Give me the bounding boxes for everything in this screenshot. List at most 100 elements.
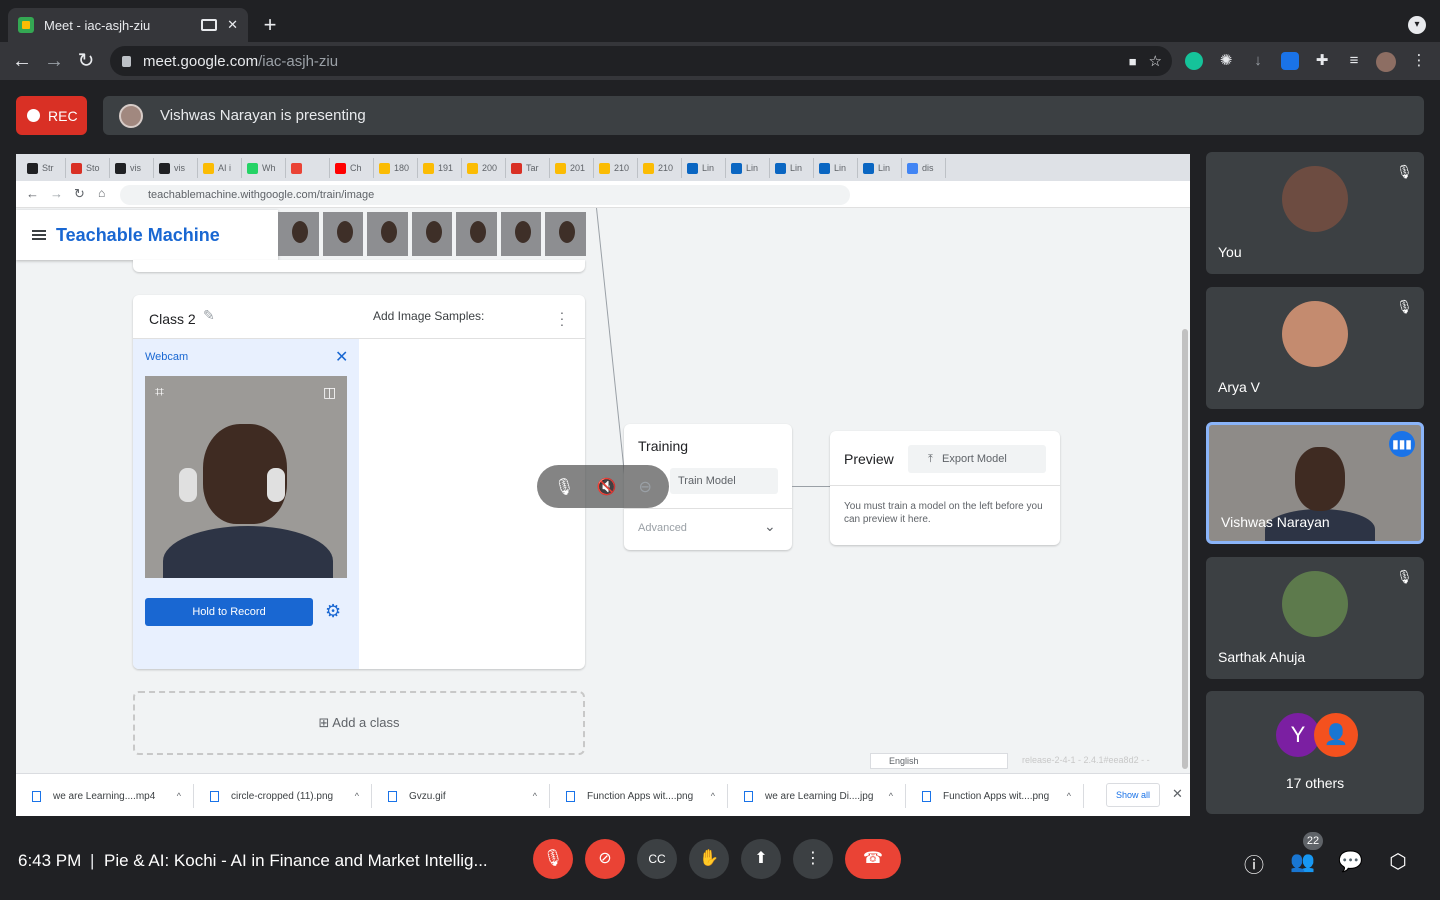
people-icon[interactable]: 👥 — [1290, 849, 1315, 874]
class-title: Class 2 — [149, 311, 196, 327]
mic-off-icon: 🎙 — [554, 478, 575, 496]
participant-tile-sarthak[interactable]: Sarthak Ahuja 🎙 — [1206, 557, 1424, 679]
screen-share-icon — [201, 19, 218, 31]
download-filename: we are Learning Di....jpg — [765, 790, 874, 802]
download-extension-icon[interactable]: ↓ — [1249, 52, 1267, 70]
tab-favicon-icon — [907, 162, 918, 174]
meeting-time: 6:43 PM — [18, 851, 82, 870]
sample-thumbnails — [278, 212, 587, 258]
class-2-card: Class 2 ✎ · · · Webcam ✕ ⌗ ◫ Hold to Recor… — [133, 295, 585, 669]
hamburger-menu-icon — [32, 230, 46, 240]
camera-icon[interactable]: ■ — [1129, 54, 1137, 69]
more-options-button[interactable]: ⋮ — [793, 839, 833, 879]
url-path: /iac-asjh-ziu — [258, 52, 339, 70]
sample-thumbnail — [411, 212, 453, 256]
more-options-icon: · · · — [559, 304, 565, 332]
avatar — [1282, 166, 1348, 232]
bookmark-star-icon[interactable]: ☆ — [1149, 52, 1162, 70]
browser-tab-bar: Meet - iac-asjh-ziu ✕ + ▾ — [0, 0, 1440, 42]
leave-call-button[interactable]: ☎ — [845, 839, 901, 879]
divider — [624, 508, 792, 509]
training-title: Training — [638, 438, 689, 454]
shared-browser-toolbar: ← → ↻ ⌂ teachablemachine.withgoogle.com/… — [16, 181, 1190, 208]
chevron-up-icon: ^ — [1066, 791, 1071, 801]
webcam-label: Webcam — [145, 351, 189, 363]
grammarly-extension-icon[interactable] — [1185, 52, 1203, 70]
people-count-badge: 22 — [1303, 832, 1323, 850]
download-filename: circle-cropped (11).png — [231, 790, 334, 802]
presenting-banner: Vishwas Narayan is presenting — [103, 96, 1424, 135]
others-tile[interactable]: Y 👤 17 others — [1206, 691, 1424, 814]
tab-label: 210 — [614, 163, 630, 173]
participant-tile-you[interactable]: You 🎙 — [1206, 152, 1424, 274]
file-icon — [210, 790, 219, 802]
shared-tab: dis — [902, 158, 946, 178]
shared-tab: vis — [154, 158, 198, 178]
preview-card: Preview ⤒ Export Model You must train a … — [830, 431, 1060, 545]
back-icon[interactable]: ← — [10, 50, 34, 72]
browser-tab-meet[interactable]: Meet - iac-asjh-ziu ✕ — [8, 8, 248, 42]
participant-tile-vishwas[interactable]: ▮▮▮ Vishwas Narayan — [1206, 422, 1424, 544]
file-icon — [744, 790, 753, 802]
tab-close-icon[interactable]: ✕ — [227, 17, 238, 33]
activities-icon[interactable]: ⬡ — [1386, 849, 1410, 874]
media-control-icon[interactable]: ≡ — [1345, 52, 1363, 70]
flip-icon: ◫ — [323, 384, 337, 400]
camera-toggle-button[interactable]: ⊘ — [585, 839, 625, 879]
download-filename: Gvzu.gif — [409, 790, 446, 802]
present-screen-button[interactable]: ⬆ — [741, 839, 781, 879]
download-filename: Function Apps wit....png — [587, 790, 694, 802]
download-item: we are Learning....mp4 ^ — [16, 784, 194, 808]
tab-favicon-icon — [247, 162, 258, 174]
sample-thumbnail — [322, 212, 364, 256]
profile-avatar[interactable] — [1376, 52, 1396, 72]
headphone-left — [179, 468, 197, 502]
edit-pencil-icon: ✎ — [203, 307, 215, 323]
browser-menu-icon[interactable]: ⋮ — [1410, 52, 1428, 70]
participant-name: Sarthak Ahuja — [1218, 649, 1306, 665]
shared-tab: 200 — [462, 158, 506, 178]
tab-favicon-icon — [71, 162, 82, 174]
meeting-info-icon[interactable]: ⓘ — [1242, 849, 1266, 878]
raise-hand-button[interactable]: ✋ — [689, 839, 729, 879]
shared-tab: Tar — [506, 158, 550, 178]
tab-favicon-icon — [511, 162, 522, 174]
mic-off-icon: 🎙 — [1396, 569, 1413, 584]
chat-icon[interactable]: 💬 — [1338, 849, 1363, 874]
participant-tile-arya[interactable]: Arya V 🎙 — [1206, 287, 1424, 409]
participant-name: You — [1218, 244, 1242, 260]
extension-icon[interactable]: ✺ — [1217, 52, 1235, 70]
download-filename: Function Apps wit....png — [943, 790, 1050, 802]
crop-icon: ⌗ — [155, 384, 165, 401]
shared-screen: Str Sto vis vis AI i Wh Ch 180 191 200 Tar 201 210 21… — [16, 154, 1190, 816]
tab-favicon-icon — [555, 162, 566, 174]
reload-icon[interactable]: ↻ — [74, 50, 98, 72]
puzzle-extensions-icon[interactable]: ✚ — [1313, 52, 1331, 70]
shared-browser-tabs: Str Sto vis vis AI i Wh Ch 180 191 200 Tar 201 210 21… — [16, 154, 1190, 181]
tab-favicon-icon — [335, 162, 346, 174]
mic-toggle-button[interactable]: 🎙 — [533, 839, 573, 879]
show-all-button: Show all — [1106, 783, 1160, 807]
tab-favicon-icon — [731, 162, 742, 174]
shared-tab: Lin — [726, 158, 770, 178]
tab-search-icon[interactable]: ▾ — [1408, 16, 1426, 34]
webcam-panel: Webcam ✕ ⌗ ◫ Hold to Record ⚙ — [133, 339, 359, 669]
captions-button[interactable]: CC — [637, 839, 677, 879]
tab-favicon-icon — [423, 162, 434, 174]
tab-label: Lin — [834, 163, 847, 173]
shared-forward-icon: → — [50, 186, 63, 201]
forward-icon[interactable]: → — [42, 50, 66, 72]
tab-favicon-icon — [599, 162, 610, 174]
calendar-extension-icon[interactable] — [1281, 52, 1299, 70]
address-bar[interactable]: meet.google.com /iac-asjh-ziu ■ ☆ — [110, 46, 1172, 76]
person-avatar-icon: 👤 — [1314, 713, 1358, 757]
sample-thumbnail — [500, 212, 542, 256]
tab-favicon-icon — [27, 162, 38, 174]
mic-off-icon: 🎙 — [1396, 299, 1413, 314]
headphone-right — [267, 468, 285, 502]
tab-label: Lin — [702, 163, 715, 173]
new-tab-button[interactable]: + — [256, 12, 284, 40]
file-icon — [922, 790, 931, 802]
tab-favicon-icon — [203, 162, 214, 174]
shared-tab: Sto — [66, 158, 110, 178]
